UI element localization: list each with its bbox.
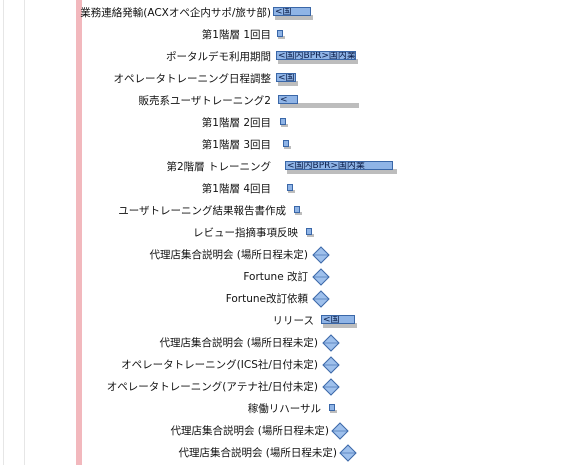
gantt-chart: 業務連絡発輸(ACXオペ企内サポ/旅サ部) <国 第1階層 1回目 ポータルデモ利用期… xyxy=(0,0,588,465)
task-bar[interactable]: < xyxy=(278,95,298,104)
task-row[interactable]: 代理店集合説明会 (場所日程未定) xyxy=(0,442,588,464)
task-label: リリース xyxy=(272,315,314,327)
task-label: 稼働リハーサル xyxy=(247,403,321,415)
task-label: 業務連絡発輸(ACXオペ企内サポ/旅サ部) xyxy=(80,7,271,19)
task-label: 第1階層 1回目 xyxy=(201,29,271,41)
task-label: 代理店集合説明会 (場所日程未定) xyxy=(159,337,318,349)
milestone-diamond[interactable] xyxy=(312,268,330,286)
task-row[interactable]: 第1階層 1回目 xyxy=(0,24,588,46)
task-row[interactable]: ポータルデモ利用期間 <国内BPR>国内業 xyxy=(0,46,588,68)
task-bar[interactable]: <国内BPR>国内業 xyxy=(276,51,356,60)
task-label: レビュー指摘事項反映 xyxy=(193,227,298,239)
task-label: オペレータトレーニング日程調整 xyxy=(113,73,272,85)
milestone-diamond[interactable] xyxy=(331,422,349,440)
milestone-diamond[interactable] xyxy=(322,356,340,374)
task-row[interactable]: レビュー指摘事項反映 xyxy=(0,222,588,244)
milestone-diamond[interactable] xyxy=(339,444,357,462)
task-label: 第1階層 2回目 xyxy=(201,117,271,129)
task-bar[interactable] xyxy=(283,140,289,147)
milestone-diamond[interactable] xyxy=(312,290,330,308)
task-label: 第1階層 3回目 xyxy=(201,139,271,151)
task-label: ユーザトレーニング結果報告書作成 xyxy=(118,205,286,217)
task-bar[interactable]: <国 xyxy=(273,7,311,16)
task-row[interactable]: リリース <国 xyxy=(0,310,588,332)
task-label: 販売系ユーザトレーニング2 xyxy=(138,95,271,107)
task-label: 代理店集合説明会 (場所日程未定) xyxy=(178,447,337,459)
task-bar[interactable] xyxy=(306,228,312,235)
task-row[interactable]: 業務連絡発輸(ACXオペ企内サポ/旅サ部) <国 xyxy=(0,2,588,24)
task-bar[interactable] xyxy=(277,30,283,37)
task-bar[interactable]: <国 xyxy=(321,315,355,324)
task-row[interactable]: Fortune 改訂 xyxy=(0,266,588,288)
task-label: ポータルデモ利用期間 xyxy=(166,51,271,63)
task-label: 第2階層 トレーニング xyxy=(166,161,271,173)
task-row[interactable]: オペレータトレーニング日程調整 <国 xyxy=(0,68,588,90)
task-bar[interactable]: <国内BPR>国内業 xyxy=(285,161,393,170)
task-label: 代理店集合説明会 (場所日程未定) xyxy=(170,425,329,437)
task-label: オペレータトレーニング(アテナ社/日付未定) xyxy=(106,381,318,393)
task-row[interactable]: 販売系ユーザトレーニング2 < xyxy=(0,90,588,112)
task-row[interactable]: 第2階層 トレーニング <国内BPR>国内業 xyxy=(0,156,588,178)
task-row[interactable]: Fortune改訂依頼 xyxy=(0,288,588,310)
task-row[interactable]: オペレータトレーニング(ICS社/日付未定) xyxy=(0,354,588,376)
milestone-diamond[interactable] xyxy=(322,334,340,352)
task-label: 第1階層 4回目 xyxy=(201,183,271,195)
milestone-diamond[interactable] xyxy=(322,378,340,396)
task-bar[interactable] xyxy=(329,404,335,411)
task-bar[interactable] xyxy=(287,184,293,191)
task-label: Fortune改訂依頼 xyxy=(225,293,308,305)
task-row[interactable]: 第1階層 4回目 xyxy=(0,178,588,200)
task-row[interactable]: 稼働リハーサル xyxy=(0,398,588,420)
task-bar[interactable]: <国 xyxy=(276,73,296,82)
task-row[interactable]: オペレータトレーニング(アテナ社/日付未定) xyxy=(0,376,588,398)
task-row[interactable]: 第1階層 2回目 xyxy=(0,112,588,134)
task-row[interactable]: 代理店集合説明会 (場所日程未定) xyxy=(0,420,588,442)
task-label: オペレータトレーニング(ICS社/日付未定) xyxy=(121,359,318,371)
task-label: Fortune 改訂 xyxy=(243,271,308,283)
task-row[interactable]: 代理店集合説明会 (場所日程未定) xyxy=(0,332,588,354)
task-row[interactable]: ユーザトレーニング結果報告書作成 xyxy=(0,200,588,222)
task-row[interactable]: 第1階層 3回目 xyxy=(0,134,588,156)
milestone-diamond[interactable] xyxy=(312,246,330,264)
task-bar[interactable] xyxy=(280,118,286,125)
task-bar[interactable] xyxy=(294,206,300,213)
task-row[interactable]: 代理店集合説明会 (場所日程未定) xyxy=(0,244,588,266)
task-label: 代理店集合説明会 (場所日程未定) xyxy=(149,249,308,261)
